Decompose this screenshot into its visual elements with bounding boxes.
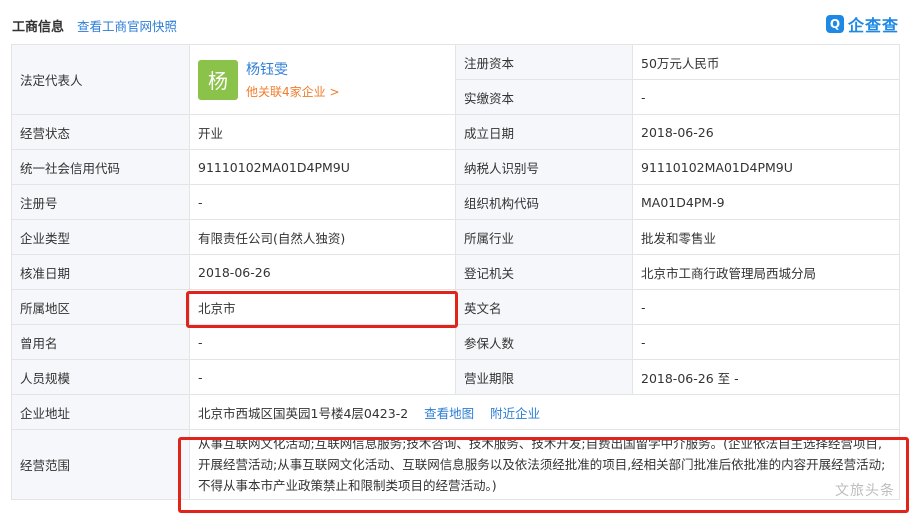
- official-snapshot-link[interactable]: 查看工商官网快照: [77, 16, 177, 35]
- approval-date-label: 核准日期: [11, 254, 190, 290]
- english-name-label: 英文名: [455, 289, 633, 325]
- brand-logo-icon: Q: [825, 15, 844, 33]
- org-code-label: 组织机构代码: [455, 184, 633, 220]
- brand-logo-text: 企查查: [847, 16, 899, 35]
- taxpayer-id-value: 91110102MA01D4PM9U: [632, 149, 900, 185]
- table-row: 经营状态 开业 成立日期 2018-06-26: [11, 114, 900, 150]
- table-row: 核准日期 2018-06-26 登记机关 北京市工商行政管理局西城分局: [11, 254, 900, 290]
- term-value: 2018-06-26 至 -: [632, 359, 900, 395]
- table-row: 经营范围 从事互联网文化活动;互联网信息服务;技术咨询、技术服务、技术开发;自费…: [11, 429, 900, 500]
- watermark: 文旅头条: [835, 483, 895, 499]
- address-value: 北京市西城区国英园1号楼4层0423-2: [198, 405, 409, 421]
- insured-value: -: [632, 324, 900, 360]
- former-name-value: -: [189, 324, 456, 360]
- table-row: 所属地区 北京市 英文名 -: [11, 289, 900, 325]
- reg-no-value: -: [189, 184, 456, 220]
- paid-capital-label: 实缴资本: [455, 79, 633, 115]
- address-cell: 北京市西城区国英园1号楼4层0423-2 查看地图 附近企业: [189, 394, 900, 430]
- brand-logo[interactable]: Q 企查查: [825, 13, 899, 35]
- table-row: 曾用名 - 参保人数 -: [11, 324, 900, 360]
- company-type-label: 企业类型: [11, 219, 190, 255]
- staff-size-label: 人员规模: [11, 359, 190, 395]
- industry-label: 所属行业: [455, 219, 633, 255]
- taxpayer-id-label: 纳税人识别号: [455, 149, 633, 185]
- legal-rep-cell: 杨 杨钰雯 他关联4家企业 >: [189, 44, 456, 115]
- term-label: 营业期限: [455, 359, 633, 395]
- avatar[interactable]: 杨: [198, 59, 238, 100]
- table-row: 注册号 - 组织机构代码 MA01D4PM-9: [11, 184, 900, 220]
- authority-value: 北京市工商行政管理局西城分局: [632, 254, 900, 290]
- english-name-value: -: [632, 289, 900, 325]
- credit-code-label: 统一社会信用代码: [11, 149, 190, 185]
- founded-label: 成立日期: [455, 114, 633, 150]
- registered-capital-value: 50万元人民币: [632, 44, 900, 80]
- registered-capital-label: 注册资本: [455, 44, 633, 80]
- legal-rep-name-link[interactable]: 杨钰雯: [246, 59, 340, 79]
- status-label: 经营状态: [11, 114, 190, 150]
- table-row: 企业类型 有限责任公司(自然人独资) 所属行业 批发和零售业: [11, 219, 900, 255]
- former-name-label: 曾用名: [11, 324, 190, 360]
- business-info-table: 法定代表人 杨 杨钰雯 他关联4家企业 > 注册资本 50万元人民币 实缴资本 …: [11, 44, 900, 500]
- credit-code-value: 91110102MA01D4PM9U: [189, 149, 456, 185]
- org-code-value: MA01D4PM-9: [632, 184, 900, 220]
- authority-label: 登记机关: [455, 254, 633, 290]
- nearby-companies-link[interactable]: 附近企业: [490, 406, 540, 421]
- related-companies-link[interactable]: 他关联4家企业 >: [246, 83, 340, 100]
- table-row: 统一社会信用代码 91110102MA01D4PM9U 纳税人识别号 91110…: [11, 149, 900, 185]
- insured-label: 参保人数: [455, 324, 633, 360]
- table-row: 法定代表人 杨 杨钰雯 他关联4家企业 > 注册资本 50万元人民币: [11, 44, 900, 115]
- table-row: 企业地址 北京市西城区国英园1号楼4层0423-2 查看地图 附近企业: [11, 394, 900, 430]
- company-type-value: 有限责任公司(自然人独资): [189, 219, 456, 255]
- founded-value: 2018-06-26: [632, 114, 900, 150]
- section-header: 工商信息 查看工商官网快照 Q 企查查: [0, 0, 911, 44]
- section-title: 工商信息: [12, 20, 65, 35]
- scope-label: 经营范围: [11, 429, 190, 500]
- view-map-link[interactable]: 查看地图: [424, 406, 474, 421]
- address-label: 企业地址: [11, 394, 190, 430]
- industry-value: 批发和零售业: [632, 219, 900, 255]
- table-row: 人员规模 - 营业期限 2018-06-26 至 -: [11, 359, 900, 395]
- region-label: 所属地区: [11, 289, 190, 325]
- approval-date-value: 2018-06-26: [189, 254, 456, 290]
- reg-no-label: 注册号: [11, 184, 190, 220]
- paid-capital-value: -: [632, 79, 900, 115]
- region-value: 北京市: [189, 289, 456, 325]
- scope-value: 从事互联网文化活动;互联网信息服务;技术咨询、技术服务、技术开发;自费出国留学中…: [189, 429, 900, 500]
- status-value: 开业: [189, 114, 456, 150]
- legal-rep-label: 法定代表人: [11, 44, 190, 115]
- staff-size-value: -: [189, 359, 456, 395]
